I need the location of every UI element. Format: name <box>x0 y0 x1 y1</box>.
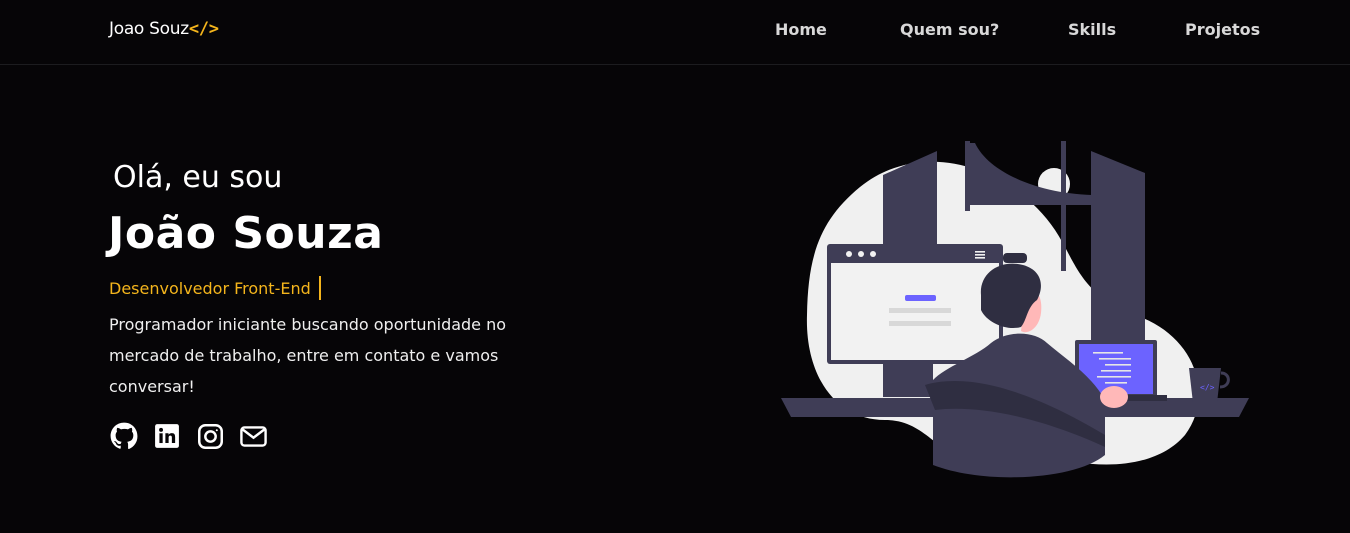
linkedin-link[interactable] <box>152 421 182 451</box>
logo-text: Joao Souz <box>109 19 189 39</box>
email-link[interactable] <box>238 421 268 451</box>
nav-link-home[interactable]: Home <box>775 20 827 39</box>
nav-link-projetos[interactable]: Projetos <box>1185 20 1260 39</box>
instagram-link[interactable] <box>195 421 225 451</box>
hero-bio: Programador iniciante buscando oportunid… <box>109 315 507 396</box>
hero-name: João Souza <box>108 208 384 259</box>
site-logo[interactable]: Joao Souz</> <box>109 19 219 39</box>
role-text: Desenvolvedor Front-End <box>109 278 311 298</box>
mail-icon <box>239 425 267 447</box>
hero-greeting: Olá, eu sou <box>113 160 283 195</box>
linkedin-icon <box>155 424 179 448</box>
top-navbar: Joao Souz</> Home Quem sou? Skills Proje… <box>0 0 1350 65</box>
code-tag-icon: </> <box>188 19 219 39</box>
hero-role: Desenvolvedor Front-End <box>109 276 321 300</box>
social-links <box>109 421 268 451</box>
instagram-icon <box>197 423 223 449</box>
typing-cursor <box>318 276 321 300</box>
programmer-illustration: </> <box>781 141 1249 478</box>
nav-link-quem-sou[interactable]: Quem sou? <box>900 20 999 39</box>
nav-link-skills[interactable]: Skills <box>1068 20 1116 39</box>
svg-text:</>: </> <box>1200 383 1215 392</box>
github-icon <box>110 422 138 449</box>
github-link[interactable] <box>109 421 139 451</box>
